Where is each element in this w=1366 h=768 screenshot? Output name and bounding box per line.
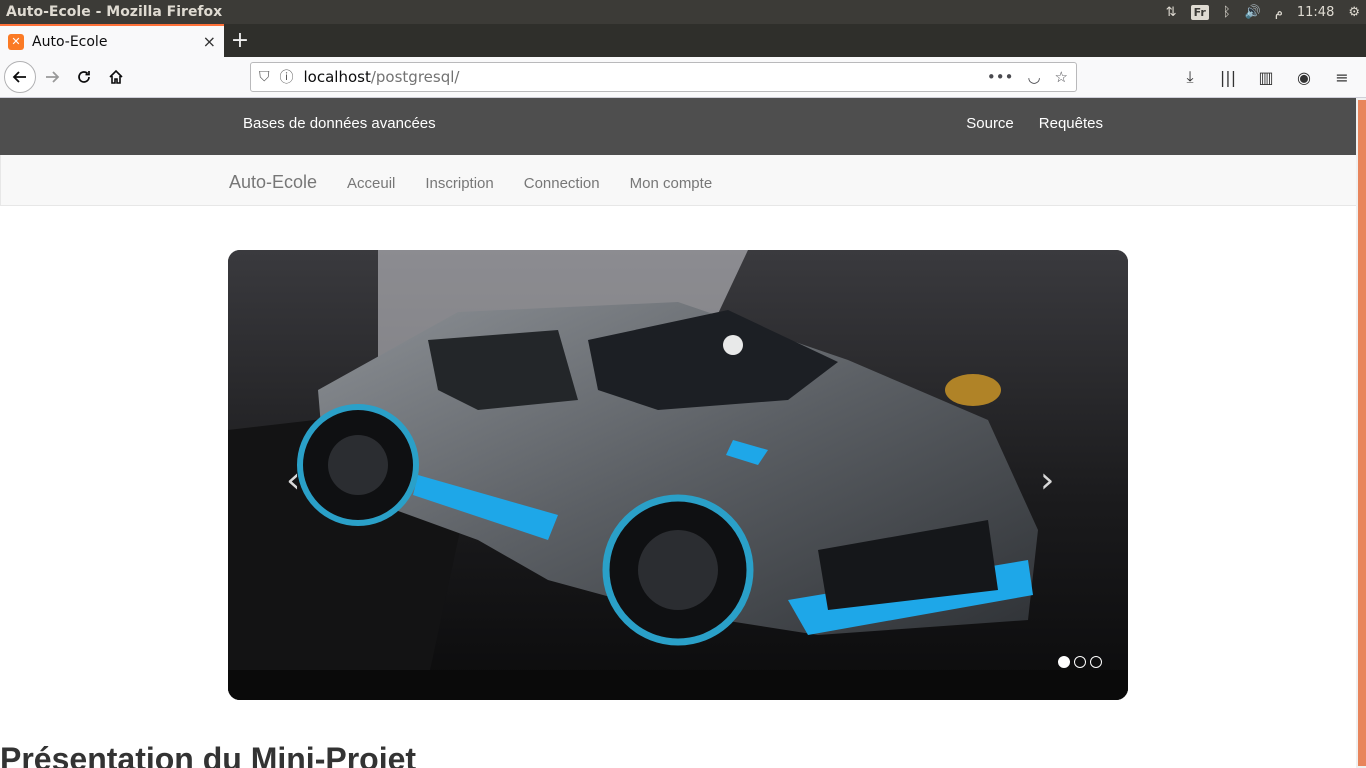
- tab-auto-ecole[interactable]: ✕ Auto-Ecole ×: [0, 24, 224, 57]
- carousel-indicator[interactable]: [1074, 656, 1086, 668]
- reload-button[interactable]: [68, 61, 100, 93]
- nav-link-acceuil[interactable]: Acceuil: [347, 175, 395, 192]
- new-tab-button[interactable]: +: [224, 24, 256, 57]
- top-nav-links: Source Requêtes: [966, 115, 1103, 132]
- navigation-toolbar: ⛉ ⓘ localhost /postgresql/ ••• ◡ ☆ ⤓ |||…: [0, 57, 1366, 98]
- scrollbar-thumb[interactable]: [1358, 100, 1366, 766]
- web-page: Bases de données avancées Source Requête…: [0, 98, 1356, 768]
- clock[interactable]: 11:48: [1297, 5, 1334, 20]
- library-icon[interactable]: |||: [1212, 61, 1244, 93]
- nav-link-source[interactable]: Source: [966, 115, 1014, 132]
- sub-nav-links: Acceuil Inscription Connection Mon compt…: [347, 175, 712, 192]
- home-icon: [109, 69, 123, 84]
- account-icon[interactable]: ◉: [1288, 61, 1320, 93]
- tracking-shield-icon[interactable]: ⛉: [259, 69, 270, 85]
- sub-navbar: Auto-Ecole Acceuil Inscription Connectio…: [0, 155, 1356, 206]
- url-host: localhost: [303, 68, 371, 86]
- nav-link-mon-compte[interactable]: Mon compte: [630, 175, 713, 192]
- pocket-icon[interactable]: ◡: [1027, 68, 1040, 86]
- nav-link-connection[interactable]: Connection: [524, 175, 600, 192]
- carousel-indicator[interactable]: [1058, 656, 1070, 668]
- sub-brand-link[interactable]: Auto-Ecole: [229, 172, 317, 193]
- car-photo-image: [228, 250, 1128, 700]
- sidebar-icon[interactable]: ▥: [1250, 61, 1282, 93]
- url-path: /postgresql/: [370, 68, 460, 86]
- tab-title: Auto-Ecole: [32, 33, 108, 50]
- arrow-left-icon: [12, 71, 26, 83]
- window-title: Auto-Ecole - Mozilla Firefox: [6, 4, 223, 20]
- page-scrollbar[interactable]: [1356, 98, 1366, 768]
- tab-strip: ✕ Auto-Ecole × +: [0, 24, 1366, 57]
- downloads-icon[interactable]: ⤓: [1174, 61, 1206, 93]
- carousel-indicators: [1058, 656, 1102, 668]
- gear-icon[interactable]: ⚙: [1348, 5, 1360, 20]
- network-icon[interactable]: ⇅: [1166, 5, 1177, 20]
- carousel-prev-button[interactable]: ‹: [286, 463, 300, 499]
- close-tab-icon[interactable]: ×: [203, 32, 216, 51]
- forward-button[interactable]: [36, 61, 68, 93]
- bluetooth-icon[interactable]: ᛒ: [1223, 5, 1231, 20]
- top-navbar: Bases de données avancées Source Requête…: [0, 98, 1356, 155]
- reload-icon: [78, 71, 90, 83]
- keyboard-layout-indicator[interactable]: Fr: [1190, 4, 1209, 20]
- volume-icon[interactable]: 🔊: [1245, 5, 1261, 20]
- menu-icon[interactable]: ≡: [1326, 61, 1358, 93]
- xampp-favicon-icon: ✕: [8, 33, 24, 50]
- page-actions-icon[interactable]: •••: [987, 68, 1014, 86]
- system-indicators: ⇅ Fr ᛒ 🔊 م 11:48 ⚙: [1166, 4, 1360, 20]
- section-heading: Présentation du Mini-Projet: [0, 741, 417, 768]
- image-carousel[interactable]: ‹ ›: [228, 250, 1128, 700]
- url-bar[interactable]: ⛉ ⓘ localhost /postgresql/ ••• ◡ ☆: [250, 62, 1077, 92]
- carousel-next-button[interactable]: ›: [1040, 463, 1054, 499]
- language-mark: م: [1274, 4, 1283, 20]
- back-button[interactable]: [4, 61, 36, 93]
- nav-link-inscription[interactable]: Inscription: [425, 175, 493, 192]
- bookmark-star-icon[interactable]: ☆: [1055, 68, 1068, 86]
- toolbar-buttons: ⤓ ||| ▥ ◉ ≡: [1174, 61, 1358, 93]
- carousel-indicator[interactable]: [1090, 656, 1102, 668]
- home-button[interactable]: [100, 61, 132, 93]
- os-top-bar: Auto-Ecole - Mozilla Firefox ⇅ Fr ᛒ 🔊 م …: [0, 0, 1366, 24]
- site-info-icon[interactable]: ⓘ: [280, 67, 294, 87]
- nav-link-requetes[interactable]: Requêtes: [1039, 115, 1103, 132]
- arrow-right-icon: [46, 71, 60, 83]
- brand-link[interactable]: Bases de données avancées: [243, 115, 436, 132]
